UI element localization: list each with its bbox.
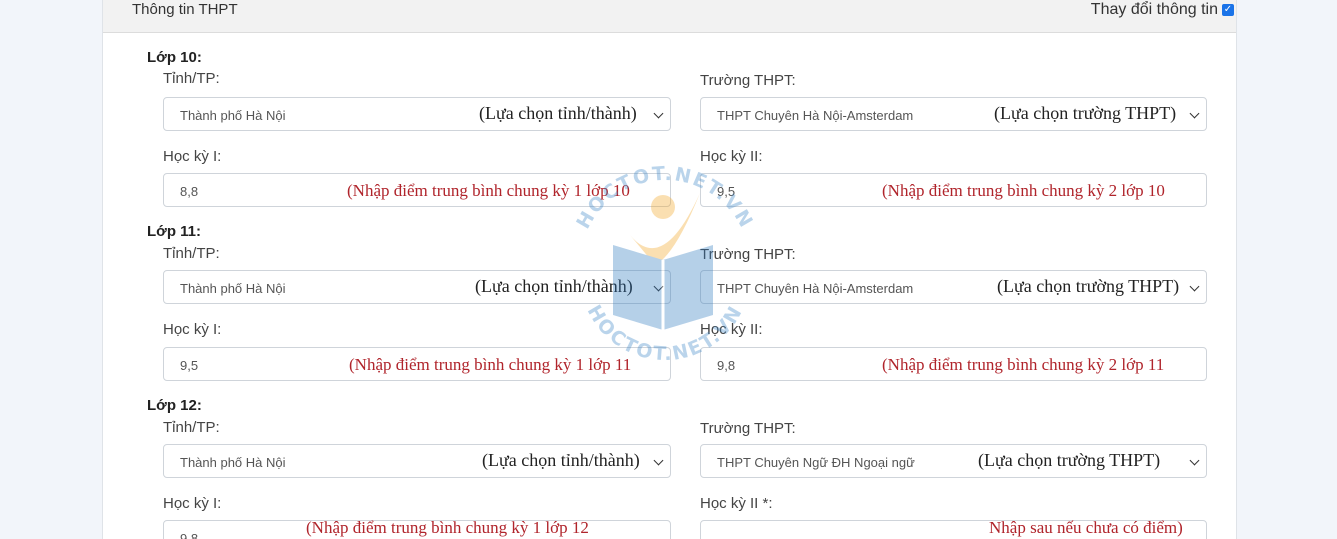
select-hint: (Lựa chọn trường THPT) [994,103,1177,123]
selected-value: Thành phố Hà Nội [180,455,286,470]
input-hint: (Nhập điểm trung bình chung kỳ 1 lớp 11 [349,355,632,374]
selected-value: THPT Chuyên Hà Nội-Amsterdam [717,281,914,296]
select-hint: (Lựa chọn tỉnh/thành) [475,276,633,296]
grade-10-province-label: Tỉnh/TP: [163,70,220,87]
grade-10-school-label: Trường THPT: [700,72,796,89]
grade-10-sem2-label: Học kỳ II: [700,148,763,165]
grade-10-sem1-input[interactable]: 8,8 (Nhập điểm trung bình chung kỳ 1 lớp… [163,173,671,207]
grade-12-province-label: Tỉnh/TP: [163,419,220,436]
grade-10-title: Lớp 10: [147,49,202,66]
selected-value: Thành phố Hà Nội [180,281,286,296]
grade-11-sem1-label: Học kỳ I: [163,321,222,338]
grade-12-sem2-label: Học kỳ II *: [700,495,773,512]
input-hint: (Nhập điểm trung bình chung kỳ 1 lớp 10 [347,181,630,200]
grade-12-sem2-input[interactable]: Nhập sau nếu chưa có điểm) [700,518,1207,539]
select-hint: (Lựa chọn tỉnh/thành) [479,103,637,123]
select-hint: (Lựa chọn tỉnh/thành) [482,450,640,470]
grade-11-sem2-input[interactable]: 9,8 (Nhập điểm trung bình chung kỳ 2 lớp… [700,347,1207,381]
input-value: 8,8 [180,184,199,199]
panel-title: Thông tin THPT [132,1,238,18]
select-hint: (Lựa chọn trường THPT) [978,450,1161,470]
grade-12-sem1-input[interactable]: 9,8 (Nhập điểm trung bình chung kỳ 1 lớp… [163,518,671,539]
grade-10-sem1-label: Học kỳ I: [163,148,222,165]
grade-10-sem2-input[interactable]: 9,5 (Nhập điểm trung bình chung kỳ 2 lớp… [700,173,1207,207]
grade-12-sem1-label: Học kỳ I: [163,495,222,512]
input-hint: (Nhập điểm trung bình chung kỳ 2 lớp 11 [882,355,1165,374]
grade-12-province-select[interactable]: Thành phố Hà Nội (Lựa chọn tỉnh/thành) [163,444,671,478]
grade-12-title: Lớp 12: [147,397,202,414]
selected-value: Thành phố Hà Nội [180,108,286,123]
selected-value: THPT Chuyên Hà Nội-Amsterdam [717,108,914,123]
grade-10-school-select[interactable]: THPT Chuyên Hà Nội-Amsterdam (Lựa chọn t… [700,97,1207,131]
chevron-down-icon [1189,281,1200,292]
grade-11-school-label: Trường THPT: [700,246,796,263]
panel-header: Thông tin THPT Thay đổi thông tin ✓ [103,0,1236,33]
grade-11-sem2-label: Học kỳ II: [700,321,763,338]
input-hint: (Nhập điểm trung bình chung kỳ 2 lớp 10 [882,181,1165,200]
thpt-info-panel: Thông tin THPT Thay đổi thông tin ✓ Lớp … [102,0,1237,539]
grade-11-sem1-input[interactable]: 9,5 (Nhập điểm trung bình chung kỳ 1 lớp… [163,347,671,381]
input-value: 9,5 [717,184,736,199]
grade-12-school-label: Trường THPT: [700,420,796,437]
input-hint: Nhập sau nếu chưa có điểm) [989,518,1183,537]
change-info-toggle[interactable]: Thay đổi thông tin ✓ [1091,1,1234,19]
grade-11-school-select[interactable]: THPT Chuyên Hà Nội-Amsterdam (Lựa chọn t… [700,270,1207,304]
input-hint: (Nhập điểm trung bình chung kỳ 1 lớp 12 [306,518,589,537]
chevron-down-icon [653,108,664,119]
input-value: 9,5 [180,358,199,373]
grade-11-title: Lớp 11: [147,223,202,240]
change-info-label: Thay đổi thông tin [1090,1,1218,18]
chevron-down-icon [1189,455,1200,466]
grade-11-province-label: Tỉnh/TP: [163,245,220,262]
change-info-checkbox[interactable]: ✓ [1222,4,1234,16]
chevron-down-icon [653,455,664,466]
grade-11-province-select[interactable]: Thành phố Hà Nội (Lựa chọn tỉnh/thành) [163,270,671,304]
select-hint: (Lựa chọn trường THPT) [997,276,1180,296]
input-value: 9,8 [180,531,199,539]
chevron-down-icon [653,281,664,292]
grade-10-province-select[interactable]: Thành phố Hà Nội (Lựa chọn tỉnh/thành) [163,97,671,131]
grade-12-school-select[interactable]: THPT Chuyên Ngữ ĐH Ngoại ngữ (Lựa chọn t… [700,444,1207,478]
input-value: 9,8 [717,358,736,373]
selected-value: THPT Chuyên Ngữ ĐH Ngoại ngữ [717,455,915,470]
chevron-down-icon [1189,108,1200,119]
